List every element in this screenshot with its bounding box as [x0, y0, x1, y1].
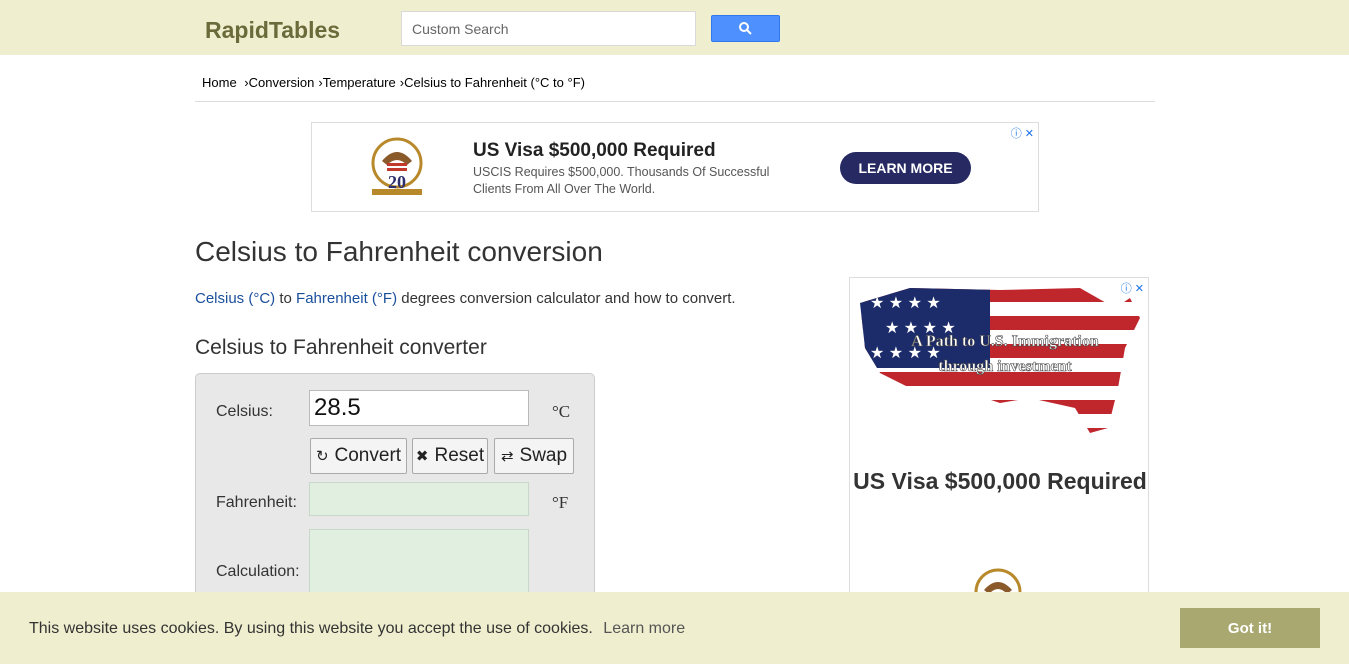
ad-close-icon[interactable]: ⓘ ✕ [1011, 125, 1034, 141]
search-icon [739, 22, 752, 35]
refresh-icon: ↻ [315, 448, 329, 465]
celsius-input-wrap[interactable] [309, 390, 529, 426]
breadcrumb-current: Celsius to Fahrenheit (°C to °F) [404, 75, 585, 90]
cookie-banner: This website uses cookies. By using this… [0, 592, 1349, 664]
celsius-input[interactable] [310, 391, 528, 425]
svg-text:★ ★ ★ ★: ★ ★ ★ ★ [870, 295, 941, 312]
breadcrumb-home[interactable]: Home [202, 75, 237, 90]
banner-text-2: through investment [938, 358, 1072, 375]
breadcrumb-separator: › [240, 75, 249, 90]
close-icon: ✖ [415, 448, 429, 465]
reset-button[interactable]: ✖ Reset [412, 438, 488, 474]
swap-icon: ⇄ [500, 448, 514, 465]
side-ad-title[interactable]: US Visa $500,000 Required [850, 463, 1148, 499]
side-ad-banner[interactable]: ★ ★ ★ ★ ★ ★ ★ ★ ★ ★ ★ ★ A Path to U.S. I… [849, 277, 1149, 637]
got-it-button[interactable]: Got it! [1180, 608, 1320, 648]
cookie-message: This website uses cookies. By using this… [29, 620, 685, 638]
swap-button[interactable]: ⇄ Swap [494, 438, 574, 474]
learn-more-button[interactable]: LEARN MORE [840, 152, 971, 184]
divider [195, 101, 1155, 102]
fahrenheit-label: Fahrenheit: [216, 494, 297, 511]
us-map-flag-image: ★ ★ ★ ★ ★ ★ ★ ★ ★ ★ ★ ★ A Path to U.S. I… [850, 278, 1148, 438]
search-box[interactable] [401, 11, 696, 46]
convert-label: Convert [334, 445, 402, 466]
ad-title[interactable]: US Visa $500,000 Required [473, 140, 716, 162]
fahrenheit-unit: °F [552, 493, 569, 512]
breadcrumb-temperature[interactable]: Temperature [323, 75, 396, 90]
search-input[interactable] [402, 12, 695, 45]
convert-button[interactable]: ↻ Convert [310, 438, 407, 474]
search-button[interactable] [711, 15, 780, 42]
banner-text-1: A Path to U.S. Immigration [911, 333, 1099, 350]
calculation-label: Calculation: [216, 563, 300, 580]
fahrenheit-link[interactable]: Fahrenheit (°F) [296, 290, 397, 307]
site-logo[interactable]: RapidTables [205, 17, 340, 44]
celsius-link[interactable]: Celsius (°C) [195, 290, 275, 307]
celsius-unit: °C [552, 402, 571, 421]
top-ad-banner[interactable]: 20 US Visa $500,000 Required USCIS Requi… [311, 122, 1039, 212]
fahrenheit-output[interactable] [310, 483, 528, 515]
side-ad-close-icon[interactable]: ⓘ ✕ [1121, 280, 1144, 296]
cookie-text: This website uses cookies. By using this… [29, 620, 593, 637]
converter-title: Celsius to Fahrenheit converter [195, 336, 487, 359]
celsius-label: Celsius: [216, 403, 273, 420]
reset-label: Reset [434, 445, 485, 466]
intro-rest: degrees conversion calculator and how to… [397, 290, 736, 307]
fahrenheit-output-wrap[interactable] [309, 482, 529, 516]
top-bar: RapidTables [0, 0, 1349, 55]
intro-text: Celsius (°C) to Fahrenheit (°F) degrees … [195, 290, 736, 307]
anniversary-seal-icon: 20 [371, 137, 423, 195]
intro-to: to [275, 290, 297, 307]
ad-description: USCIS Requires $500,000. Thousands Of Su… [473, 165, 770, 196]
page-title: Celsius to Fahrenheit conversion [195, 236, 603, 267]
breadcrumb: Home ›Conversion ›Temperature ›Celsius to … [202, 75, 585, 90]
learn-more-link[interactable]: Learn more [603, 620, 685, 637]
breadcrumb-conversion[interactable]: Conversion [249, 75, 315, 90]
swap-label: Swap [519, 445, 568, 466]
